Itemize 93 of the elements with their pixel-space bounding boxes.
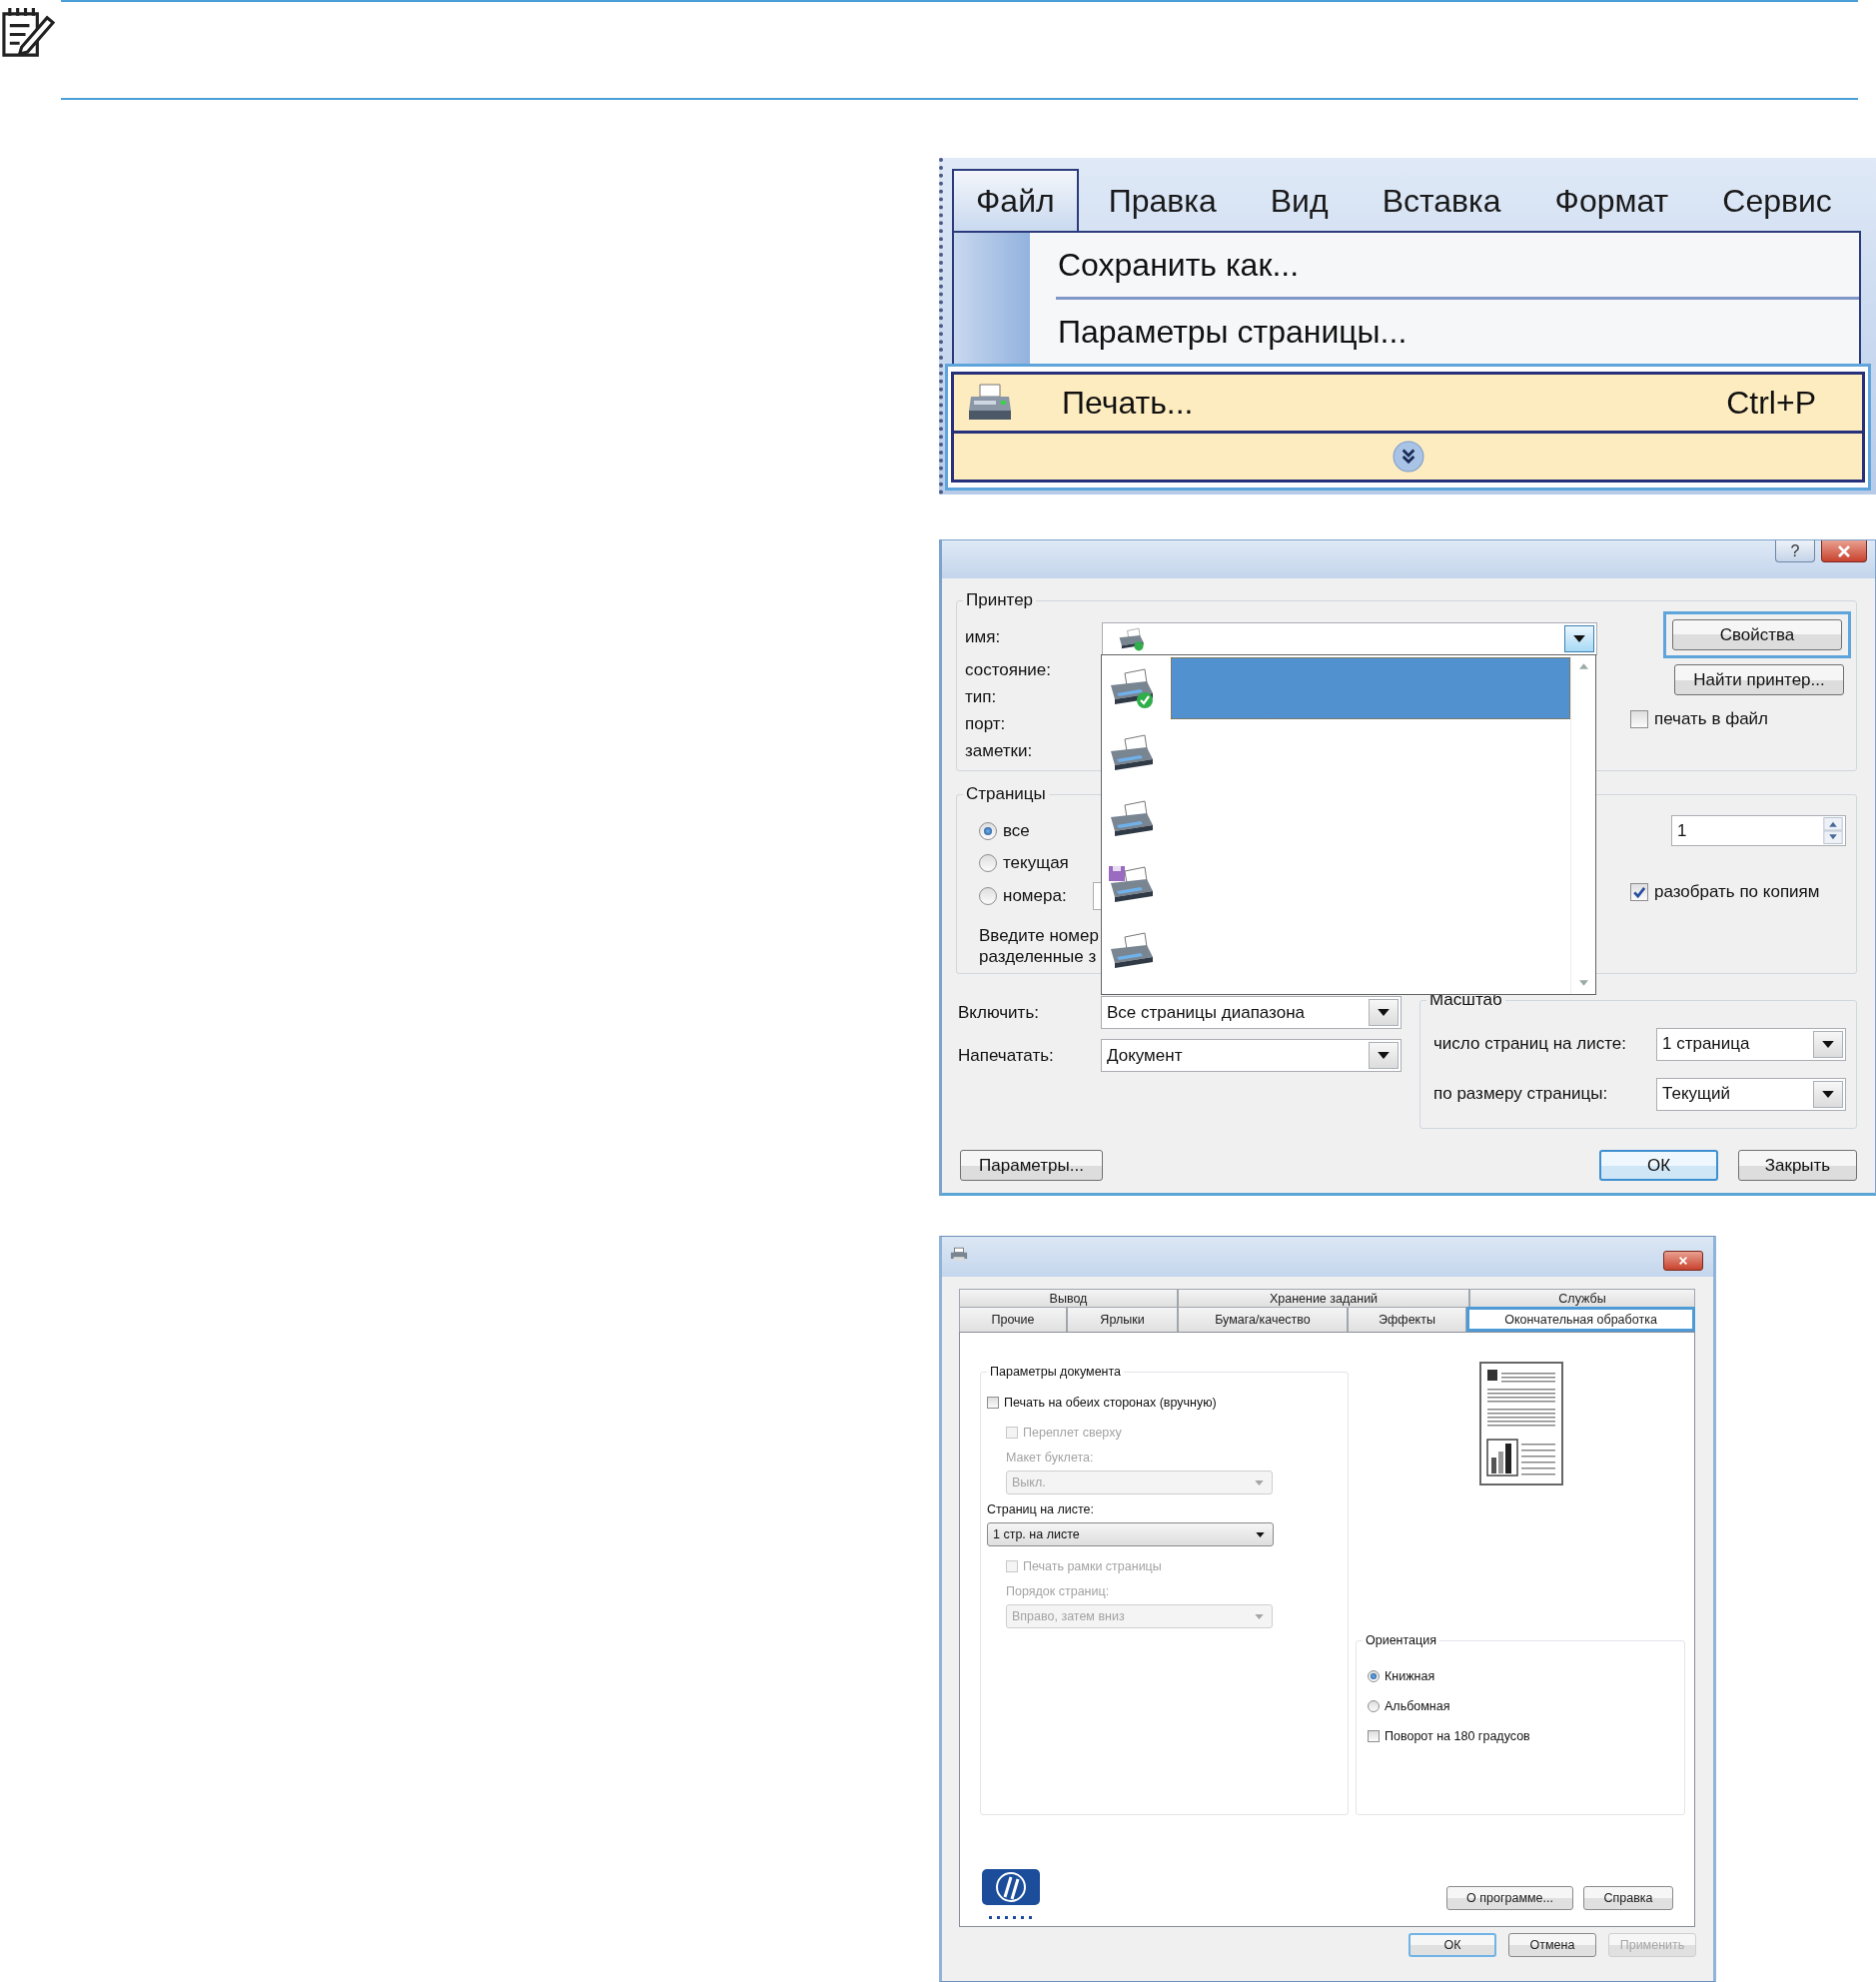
menu-item[interactable]: Правка (1084, 169, 1241, 231)
printer-icon (950, 1247, 968, 1262)
tab[interactable]: Хранение заданий (1178, 1289, 1469, 1307)
group-title: Ориентация (1363, 1633, 1439, 1648)
group-title: Параметры документа (987, 1365, 1125, 1380)
close-button[interactable] (1821, 540, 1867, 562)
radio-button[interactable] (1368, 1670, 1380, 1682)
radio-button[interactable] (979, 822, 997, 840)
field-label: состояние: (965, 659, 1052, 681)
dropdown[interactable] (1102, 622, 1597, 655)
scroll-up-icon[interactable] (1578, 663, 1588, 669)
find-printer-button[interactable]: Найти принтер... (1674, 664, 1844, 695)
checkbox-label: печать в файл (1654, 709, 1768, 729)
printer-icon (968, 383, 1012, 423)
field-label: заметки: (965, 740, 1034, 762)
hint-text: Введите номер (979, 925, 1099, 946)
menu-item[interactable] (951, 434, 1865, 483)
checkbox-label: разобрать по копиям (1654, 882, 1820, 902)
radio-label: Альбомная (1385, 1699, 1450, 1713)
radio-button[interactable] (979, 887, 997, 905)
menu-item[interactable]: Сервис (1698, 169, 1856, 231)
ok-button[interactable]: ОК (1599, 1150, 1718, 1181)
printer-check-icon (1117, 626, 1145, 651)
hint-text: разделенные з (979, 946, 1097, 967)
close-icon (1837, 544, 1851, 557)
dropdown[interactable]: Текущий (1656, 1077, 1846, 1111)
tab[interactable]: Бумага/качество (1178, 1307, 1348, 1332)
tab[interactable]: Вывод (959, 1289, 1178, 1307)
logo-icon (981, 1869, 1041, 1921)
caret-icon (1256, 1531, 1265, 1537)
checkbox-label: Печать рамки страницы (1023, 1559, 1162, 1573)
field-label: имя: (965, 626, 1002, 648)
field-label: порт: (965, 713, 1007, 735)
scroll-down-icon[interactable] (1578, 980, 1588, 986)
properties-button[interactable]: Свойства (1672, 619, 1842, 650)
field-label: тип: (965, 686, 998, 708)
radio-button[interactable] (1368, 1700, 1380, 1712)
tab[interactable]: Ярлыки (1067, 1307, 1178, 1332)
tab[interactable]: Эффекты (1348, 1307, 1466, 1332)
help-button[interactable]: ? (1775, 540, 1815, 562)
caret-icon (1822, 1090, 1834, 1098)
menu-item[interactable]: Сохранить как... (954, 233, 1859, 297)
dropdown[interactable]: 1 страница (1656, 1027, 1846, 1061)
checkbox[interactable] (1630, 883, 1648, 901)
checkbox-label: Печать на обеих сторонах (вручную) (1004, 1396, 1217, 1410)
options-button[interactable]: Параметры... (960, 1150, 1103, 1181)
caret-icon (1378, 1052, 1390, 1059)
menu-item[interactable]: Формат (1530, 169, 1693, 231)
checkbox[interactable] (987, 1397, 999, 1409)
group-title: Принтер (963, 590, 1037, 610)
dropdown[interactable]: Все страницы диапазона (1101, 996, 1402, 1029)
double-chevron-icon[interactable] (1392, 441, 1424, 473)
tab[interactable]: Окончательная обработка (1466, 1307, 1695, 1332)
checkbox-label: Поворот на 180 градусов (1385, 1729, 1530, 1743)
radio-label: Книжная (1385, 1669, 1435, 1683)
help-button[interactable]: Справка (1583, 1886, 1673, 1910)
radio-label: текущая (1003, 853, 1069, 873)
radio-button[interactable] (979, 854, 997, 872)
field-label: Включить: (957, 1002, 1040, 1023)
field-label: Напечатать: (957, 1045, 1055, 1066)
close-icon (1677, 1256, 1689, 1266)
checkbox[interactable] (1630, 710, 1648, 728)
field-label: Страниц на листе: (987, 1501, 1095, 1518)
close-button[interactable] (1663, 1251, 1703, 1271)
menu-item[interactable]: Параметры страницы... (954, 300, 1859, 364)
caret-icon (1573, 635, 1585, 642)
caret-icon (1255, 1480, 1264, 1486)
number-field[interactable]: 1 (1671, 815, 1846, 846)
menu-item[interactable]: Печать... Ctrl+P (951, 372, 1865, 434)
checkbox-label: Переплет сверху (1023, 1426, 1122, 1440)
radio-label: номера: (1003, 886, 1067, 906)
checkbox[interactable] (1368, 1730, 1380, 1742)
about-button[interactable]: О программе... (1446, 1886, 1573, 1910)
tab[interactable]: Прочие (959, 1307, 1067, 1332)
menu-item[interactable]: Вид (1246, 169, 1353, 231)
caret-icon (1822, 1040, 1834, 1048)
menu-item[interactable]: Вставка (1358, 169, 1525, 231)
dropdown[interactable]: 1 стр. на листе (987, 1522, 1274, 1546)
close-button[interactable]: Закрыть (1738, 1150, 1857, 1181)
dropdown[interactable]: Документ (1101, 1039, 1402, 1072)
caret-icon (1378, 1009, 1390, 1016)
radio-label: все (1003, 821, 1030, 841)
menu-item[interactable]: Файл (952, 169, 1079, 231)
dialog-button[interactable]: Отмена (1508, 1933, 1596, 1957)
group-title: Страницы (963, 784, 1049, 804)
caret-icon (1255, 1613, 1264, 1619)
field-label: число страниц на листе: (1432, 1034, 1627, 1054)
dialog-button[interactable]: ОК (1408, 1933, 1496, 1957)
tab[interactable]: Службы (1469, 1289, 1695, 1307)
spin-button[interactable] (1823, 817, 1843, 844)
field-label: Порядок страниц: (1006, 1583, 1110, 1600)
field-label: по размеру страницы: (1432, 1084, 1609, 1104)
field-label: Макет буклета: (1006, 1450, 1094, 1467)
